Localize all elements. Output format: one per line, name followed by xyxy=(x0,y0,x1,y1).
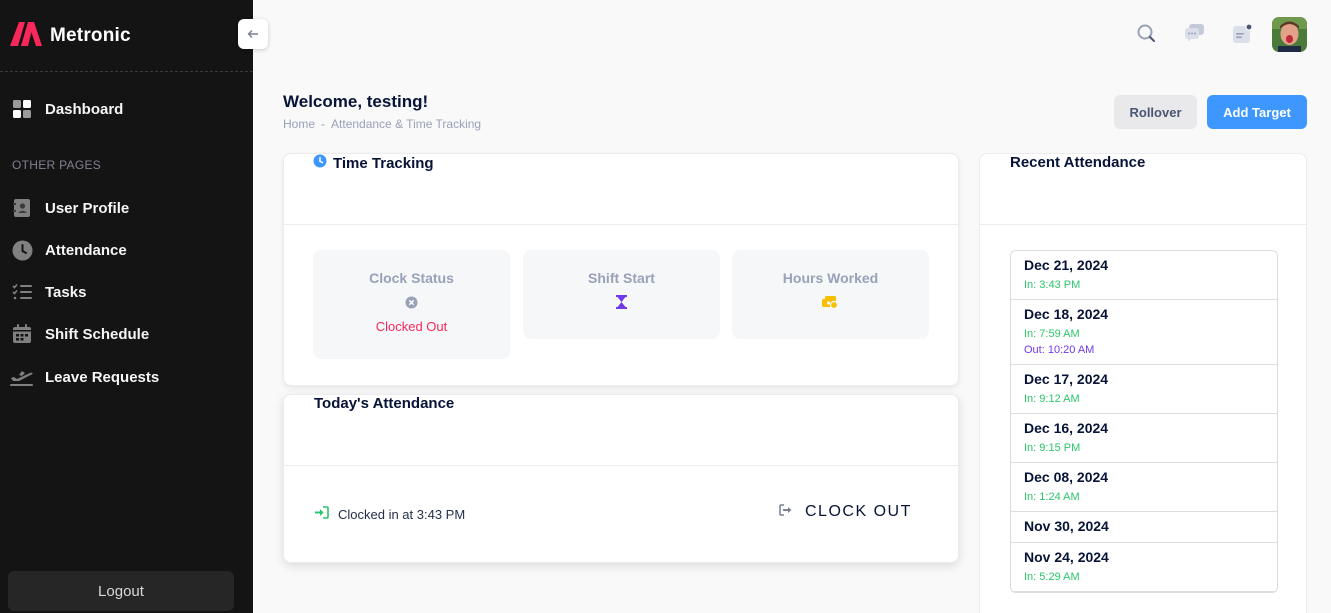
chat-icon[interactable] xyxy=(1183,22,1205,44)
stat-label: Clock Status xyxy=(369,270,454,286)
card-title-text: Time Tracking xyxy=(333,154,434,172)
avatar[interactable] xyxy=(1272,17,1307,52)
attendance-date: Dec 16, 2024 xyxy=(1024,420,1109,436)
sidebar-item-user-profile[interactable]: User Profile xyxy=(10,196,129,220)
card-title: Today's Attendance xyxy=(314,395,455,412)
clocked-in-status: Clocked in at 3:43 PM xyxy=(314,506,465,522)
card-header: Recent Attendance xyxy=(980,154,1306,225)
arrow-left-icon xyxy=(247,26,259,42)
sidebar-collapse-button[interactable] xyxy=(238,19,268,49)
metronic-logo-icon xyxy=(10,20,42,51)
sign-out-icon xyxy=(779,503,793,521)
hourglass-icon xyxy=(523,294,720,310)
calendar-icon xyxy=(10,322,34,346)
sidebar-item-leave-requests[interactable]: Leave Requests xyxy=(10,365,159,389)
sidebar-item-label: User Profile xyxy=(45,199,130,217)
list-item: Nov 30, 2024 xyxy=(1011,512,1277,543)
sidebar-item-label: Tasks xyxy=(45,283,87,301)
attendance-list: Dec 21, 2024 In: 3:43 PM Dec 18, 2024 In… xyxy=(1010,250,1278,593)
card-title: Time Tracking xyxy=(313,154,434,172)
clocked-in-text: Clocked in at 3:43 PM xyxy=(338,506,466,522)
sidebar-item-label: Dashboard xyxy=(45,100,124,118)
rollover-button[interactable]: Rollover xyxy=(1114,95,1197,129)
sidebar-item-dashboard[interactable]: Dashboard xyxy=(10,97,123,121)
attendance-in-time: In: 3:43 PM xyxy=(1024,279,1081,291)
notification-icon[interactable] xyxy=(1231,22,1253,44)
logout-button[interactable]: Logout xyxy=(8,571,234,611)
card-header: Today's Attendance xyxy=(284,395,958,466)
sidebar-item-tasks[interactable]: Tasks xyxy=(10,280,86,304)
recent-attendance-card: Recent Attendance Dec 21, 2024 In: 3:43 … xyxy=(979,153,1307,613)
attendance-date: Dec 21, 2024 xyxy=(1024,257,1109,273)
sidebar-item-label: Leave Requests xyxy=(45,368,160,386)
attendance-in-time: In: 1:24 AM xyxy=(1024,491,1080,503)
time-tracking-card: Time Tracking Clock Status Clocked Out S… xyxy=(283,153,959,386)
page-title: Welcome, testing! xyxy=(283,92,429,111)
attendance-in-time: In: 9:12 AM xyxy=(1024,393,1080,405)
search-icon[interactable] xyxy=(1135,22,1157,44)
clock-icon xyxy=(10,238,34,262)
tasks-list-icon xyxy=(10,280,34,304)
add-target-button[interactable]: Add Target xyxy=(1207,95,1307,129)
app-name: Metronic xyxy=(50,24,131,46)
hours-worked-stat: Hours Worked xyxy=(732,250,929,339)
app-logo[interactable]: Metronic xyxy=(10,20,131,51)
sidebar-item-attendance[interactable]: Attendance xyxy=(10,238,127,262)
sign-in-icon xyxy=(314,506,329,522)
x-circle-icon xyxy=(313,294,510,310)
list-item: Dec 08, 2024 In: 1:24 AM xyxy=(1011,463,1277,512)
sidebar-item-shift-schedule[interactable]: Shift Schedule xyxy=(10,322,149,346)
shift-start-stat: Shift Start xyxy=(523,250,720,339)
stat-label: Hours Worked xyxy=(782,270,879,286)
breadcrumb: Home - Attendance & Time Tracking xyxy=(283,117,481,131)
breadcrumb-separator: - xyxy=(321,117,326,131)
clock-icon xyxy=(313,154,327,172)
list-item: Dec 17, 2024 In: 9:12 AM xyxy=(1011,365,1277,414)
card-title: Recent Attendance xyxy=(1010,154,1146,171)
clock-status-value: Clocked Out xyxy=(375,319,448,334)
todays-attendance-card: Today's Attendance Clocked in at 3:43 PM… xyxy=(283,394,959,563)
sidebar-item-label: Attendance xyxy=(45,241,127,259)
clock-out-label: CLOCK OUT xyxy=(805,503,912,520)
dashboard-icon xyxy=(10,97,34,121)
attendance-date: Nov 30, 2024 xyxy=(1024,518,1109,534)
attendance-date: Dec 18, 2024 xyxy=(1024,306,1109,322)
list-item: Dec 18, 2024 In: 7:59 AM Out: 10:20 AM xyxy=(1011,300,1277,365)
airplane-icon xyxy=(10,365,34,389)
sidebar: Metronic Dashboard OTHER PAGES User Prof… xyxy=(0,0,253,613)
user-profile-icon xyxy=(10,196,34,220)
attendance-in-time: In: 9:15 PM xyxy=(1024,442,1081,454)
breadcrumb-current: Attendance & Time Tracking xyxy=(331,117,482,131)
list-item: Nov 24, 2024 In: 5:29 AM xyxy=(1011,543,1277,592)
list-item: Dec 16, 2024 In: 9:15 PM xyxy=(1011,414,1277,463)
card-header: Time Tracking xyxy=(284,154,958,225)
list-item: Dec 21, 2024 In: 3:43 PM xyxy=(1011,251,1277,300)
clock-out-button[interactable]: CLOCK OUT xyxy=(779,503,912,521)
stat-label: Shift Start xyxy=(588,270,655,286)
breadcrumb-home[interactable]: Home xyxy=(283,117,315,131)
attendance-date: Dec 08, 2024 xyxy=(1024,469,1109,485)
attendance-date: Nov 24, 2024 xyxy=(1024,549,1109,565)
sidebar-item-label: Shift Schedule xyxy=(45,325,150,343)
clock-status-stat: Clock Status Clocked Out xyxy=(313,250,510,359)
sidebar-divider xyxy=(0,71,253,72)
attendance-date: Dec 17, 2024 xyxy=(1024,371,1109,387)
attendance-in-time: In: 5:29 AM xyxy=(1024,571,1080,583)
section-label: OTHER PAGES xyxy=(12,158,102,172)
attendance-in-time: In: 7:59 AM xyxy=(1024,328,1080,340)
money-icon xyxy=(732,294,929,310)
attendance-out-time: Out: 10:20 AM xyxy=(1024,344,1095,356)
